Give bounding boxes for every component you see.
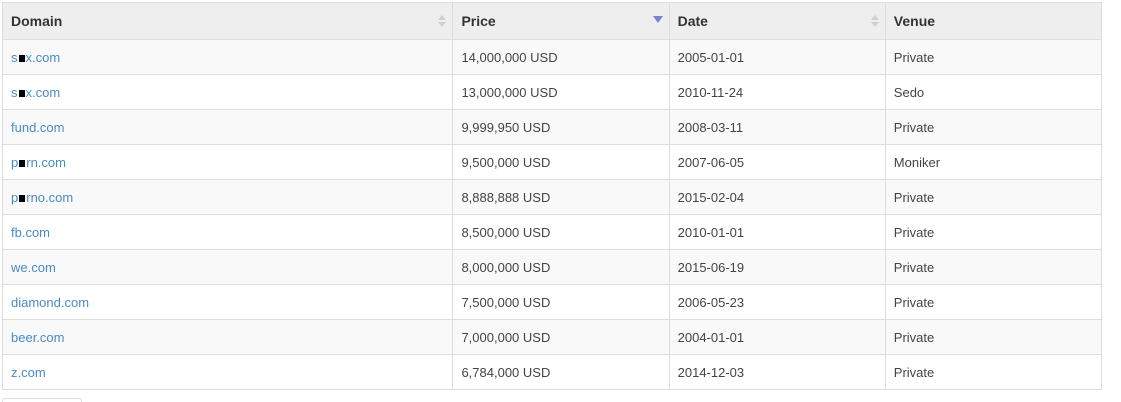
sort-both-icon — [870, 14, 879, 28]
price-cell: 6,784,000 USD — [452, 354, 670, 390]
column-header-venue[interactable]: Venue — [884, 2, 1103, 40]
domain-link[interactable]: p rno.com — [11, 190, 73, 205]
price-cell: 9,999,950 USD — [452, 109, 670, 145]
table-row: p rn.com 9,500,000 USD 2007-06-05 Moniker — [1, 144, 1103, 180]
table-row: beer.com 7,000,000 USD 2004-01-01 Private — [1, 319, 1103, 355]
date-cell: 2015-02-04 — [668, 179, 886, 215]
table-header: Domain Price Date Venue — [1, 2, 1103, 40]
domain-text: fb.com — [11, 224, 51, 240]
venue-cell: Private — [884, 179, 1103, 215]
domain-cell: beer.com — [1, 319, 454, 355]
column-header-label: Date — [677, 13, 708, 29]
price-cell: 9,500,000 USD — [452, 144, 670, 180]
domain-link[interactable]: we.com — [11, 260, 56, 275]
date-cell: 2008-03-11 — [668, 109, 886, 145]
domain-cell: fb.com — [1, 214, 454, 250]
domain-text: rn.com — [26, 154, 66, 170]
column-header-label: Price — [461, 13, 496, 29]
venue-cell: Private — [884, 354, 1103, 390]
date-cell: 2014-12-03 — [668, 354, 886, 390]
domain-text: s — [11, 84, 18, 100]
sort-descending-icon — [652, 16, 663, 31]
domain-text: p — [11, 154, 19, 170]
table-row: we.com 8,000,000 USD 2015-06-19 Private — [1, 249, 1103, 285]
price-cell: 7,000,000 USD — [452, 319, 670, 355]
venue-cell: Private — [884, 249, 1103, 285]
domain-link[interactable]: p rn.com — [11, 155, 66, 170]
domain-text: x.com — [25, 49, 61, 65]
domain-text: we.com — [11, 259, 56, 275]
table-row: fb.com 8,500,000 USD 2010-01-01 Private — [1, 214, 1103, 250]
date-cell: 2005-01-01 — [668, 39, 886, 75]
domain-text: beer.com — [11, 329, 65, 345]
price-cell: 8,500,000 USD — [452, 214, 670, 250]
date-cell: 2004-01-01 — [668, 319, 886, 355]
domain-text: diamond.com — [11, 294, 90, 310]
table-row: diamond.com 7,500,000 USD 2006-05-23 Privat… — [1, 284, 1103, 320]
date-cell: 2010-11-24 — [668, 74, 886, 110]
domain-link[interactable]: diamond.com — [11, 295, 89, 310]
domain-link[interactable]: fb.com — [11, 225, 50, 240]
venue-cell: Private — [884, 214, 1103, 250]
domain-cell: s x.com — [1, 39, 454, 75]
domain-cell: p rn.com — [1, 144, 454, 180]
date-cell: 2007-06-05 — [668, 144, 886, 180]
censor-block-icon — [18, 89, 25, 97]
price-cell: 14,000,000 USD — [452, 39, 670, 75]
domain-cell: p rno.com — [1, 179, 454, 215]
price-cell: 8,888,888 USD — [452, 179, 670, 215]
column-header-label: Venue — [893, 13, 936, 29]
table-body: s x.com 14,000,000 USD 2005-01-01 Private s x.… — [1, 39, 1103, 390]
censor-block-icon — [18, 54, 25, 62]
domain-cell: diamond.com — [1, 284, 454, 320]
domain-link[interactable]: fund.com — [11, 120, 64, 135]
table-row: s x.com 13,000,000 USD 2010-11-24 Sedo — [1, 74, 1103, 110]
table-row: s x.com 14,000,000 USD 2005-01-01 Private — [1, 39, 1103, 75]
domain-cell: we.com — [1, 249, 454, 285]
domain-text: fund.com — [11, 119, 65, 135]
price-cell: 8,000,000 USD — [452, 249, 670, 285]
domain-text: x.com — [25, 84, 61, 100]
date-cell: 2015-06-19 — [668, 249, 886, 285]
page: Domain Price Date Venue s x.com 14,000,000… — [0, 0, 1121, 402]
censor-block-icon — [19, 159, 26, 167]
column-header-label: Domain — [11, 13, 63, 29]
table-row: fund.com 9,999,950 USD 2008-03-11 Private — [1, 109, 1103, 145]
domain-text: z.com — [11, 364, 46, 380]
domain-cell: s x.com — [1, 74, 454, 110]
pagination-tab[interactable] — [2, 398, 82, 402]
column-header-date[interactable]: Date — [668, 2, 886, 40]
column-header-domain[interactable]: Domain — [1, 2, 454, 40]
header-row: Domain Price Date Venue — [1, 2, 1103, 40]
domain-sales-table: Domain Price Date Venue s x.com 14,000,000… — [1, 2, 1103, 390]
domain-link[interactable]: s x.com — [11, 85, 60, 100]
censor-block-icon — [19, 194, 26, 202]
date-cell: 2006-05-23 — [668, 284, 886, 320]
domain-link[interactable]: z.com — [11, 365, 46, 380]
domain-cell: fund.com — [1, 109, 454, 145]
column-header-price[interactable]: Price — [452, 2, 670, 40]
domain-text: p — [11, 189, 19, 205]
venue-cell: Private — [884, 284, 1103, 320]
table-row: p rno.com 8,888,888 USD 2015-02-04 Private — [1, 179, 1103, 215]
domain-link[interactable]: beer.com — [11, 330, 64, 345]
venue-cell: Moniker — [884, 144, 1103, 180]
venue-cell: Private — [884, 319, 1103, 355]
price-cell: 7,500,000 USD — [452, 284, 670, 320]
table-row: z.com 6,784,000 USD 2014-12-03 Private — [1, 354, 1103, 390]
date-cell: 2010-01-01 — [668, 214, 886, 250]
venue-cell: Sedo — [884, 74, 1103, 110]
domain-text: rno.com — [26, 189, 74, 205]
sort-both-icon — [438, 14, 447, 28]
venue-cell: Private — [884, 39, 1103, 75]
domain-link[interactable]: s x.com — [11, 50, 60, 65]
domain-text: s — [11, 49, 18, 65]
price-cell: 13,000,000 USD — [452, 74, 670, 110]
domain-cell: z.com — [1, 354, 454, 390]
venue-cell: Private — [884, 109, 1103, 145]
